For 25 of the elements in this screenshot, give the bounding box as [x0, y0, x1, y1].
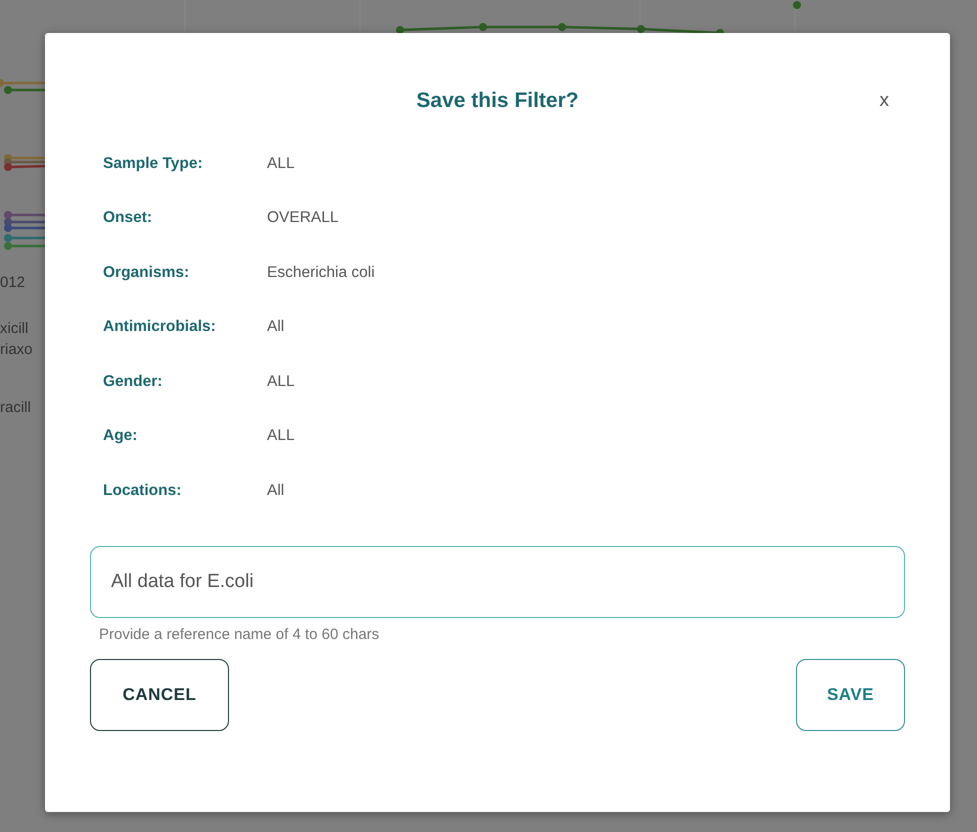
legend-label: xicill — [0, 319, 30, 339]
filter-name-field[interactable]: All data for E.coli — [90, 546, 905, 618]
field-value: All — [267, 480, 284, 501]
cancel-button[interactable]: CANCEL — [90, 659, 229, 731]
field-label: Sample Type: — [102, 154, 204, 174]
legend-label: racill — [0, 398, 32, 418]
hint-text: Provide a reference name of 4 to 60 chars — [99, 624, 380, 644]
field-value: ALL — [267, 372, 295, 392]
field-label: Antimicrobials: — [102, 317, 217, 338]
field-value: ALL — [267, 426, 295, 446]
field-value: OVERALL — [267, 208, 339, 228]
field-value: ALL — [267, 154, 295, 174]
field-label: Organisms: — [102, 262, 190, 283]
close-button[interactable]: x — [876, 87, 893, 116]
field-value: All — [267, 317, 284, 338]
field-label: Onset: — [102, 208, 154, 228]
axis-label: 012 — [0, 273, 26, 293]
field-label: Gender: — [102, 372, 164, 392]
save-button[interactable]: SAVE — [796, 659, 905, 731]
chart-point — [793, 1, 801, 9]
field-value: Escherichia coli — [267, 262, 375, 283]
field-label: Locations: — [102, 480, 182, 501]
field-label: Age: — [102, 426, 138, 446]
legend-label: riaxo — [0, 340, 33, 360]
dialog-title: Save this Filter? — [416, 88, 579, 114]
